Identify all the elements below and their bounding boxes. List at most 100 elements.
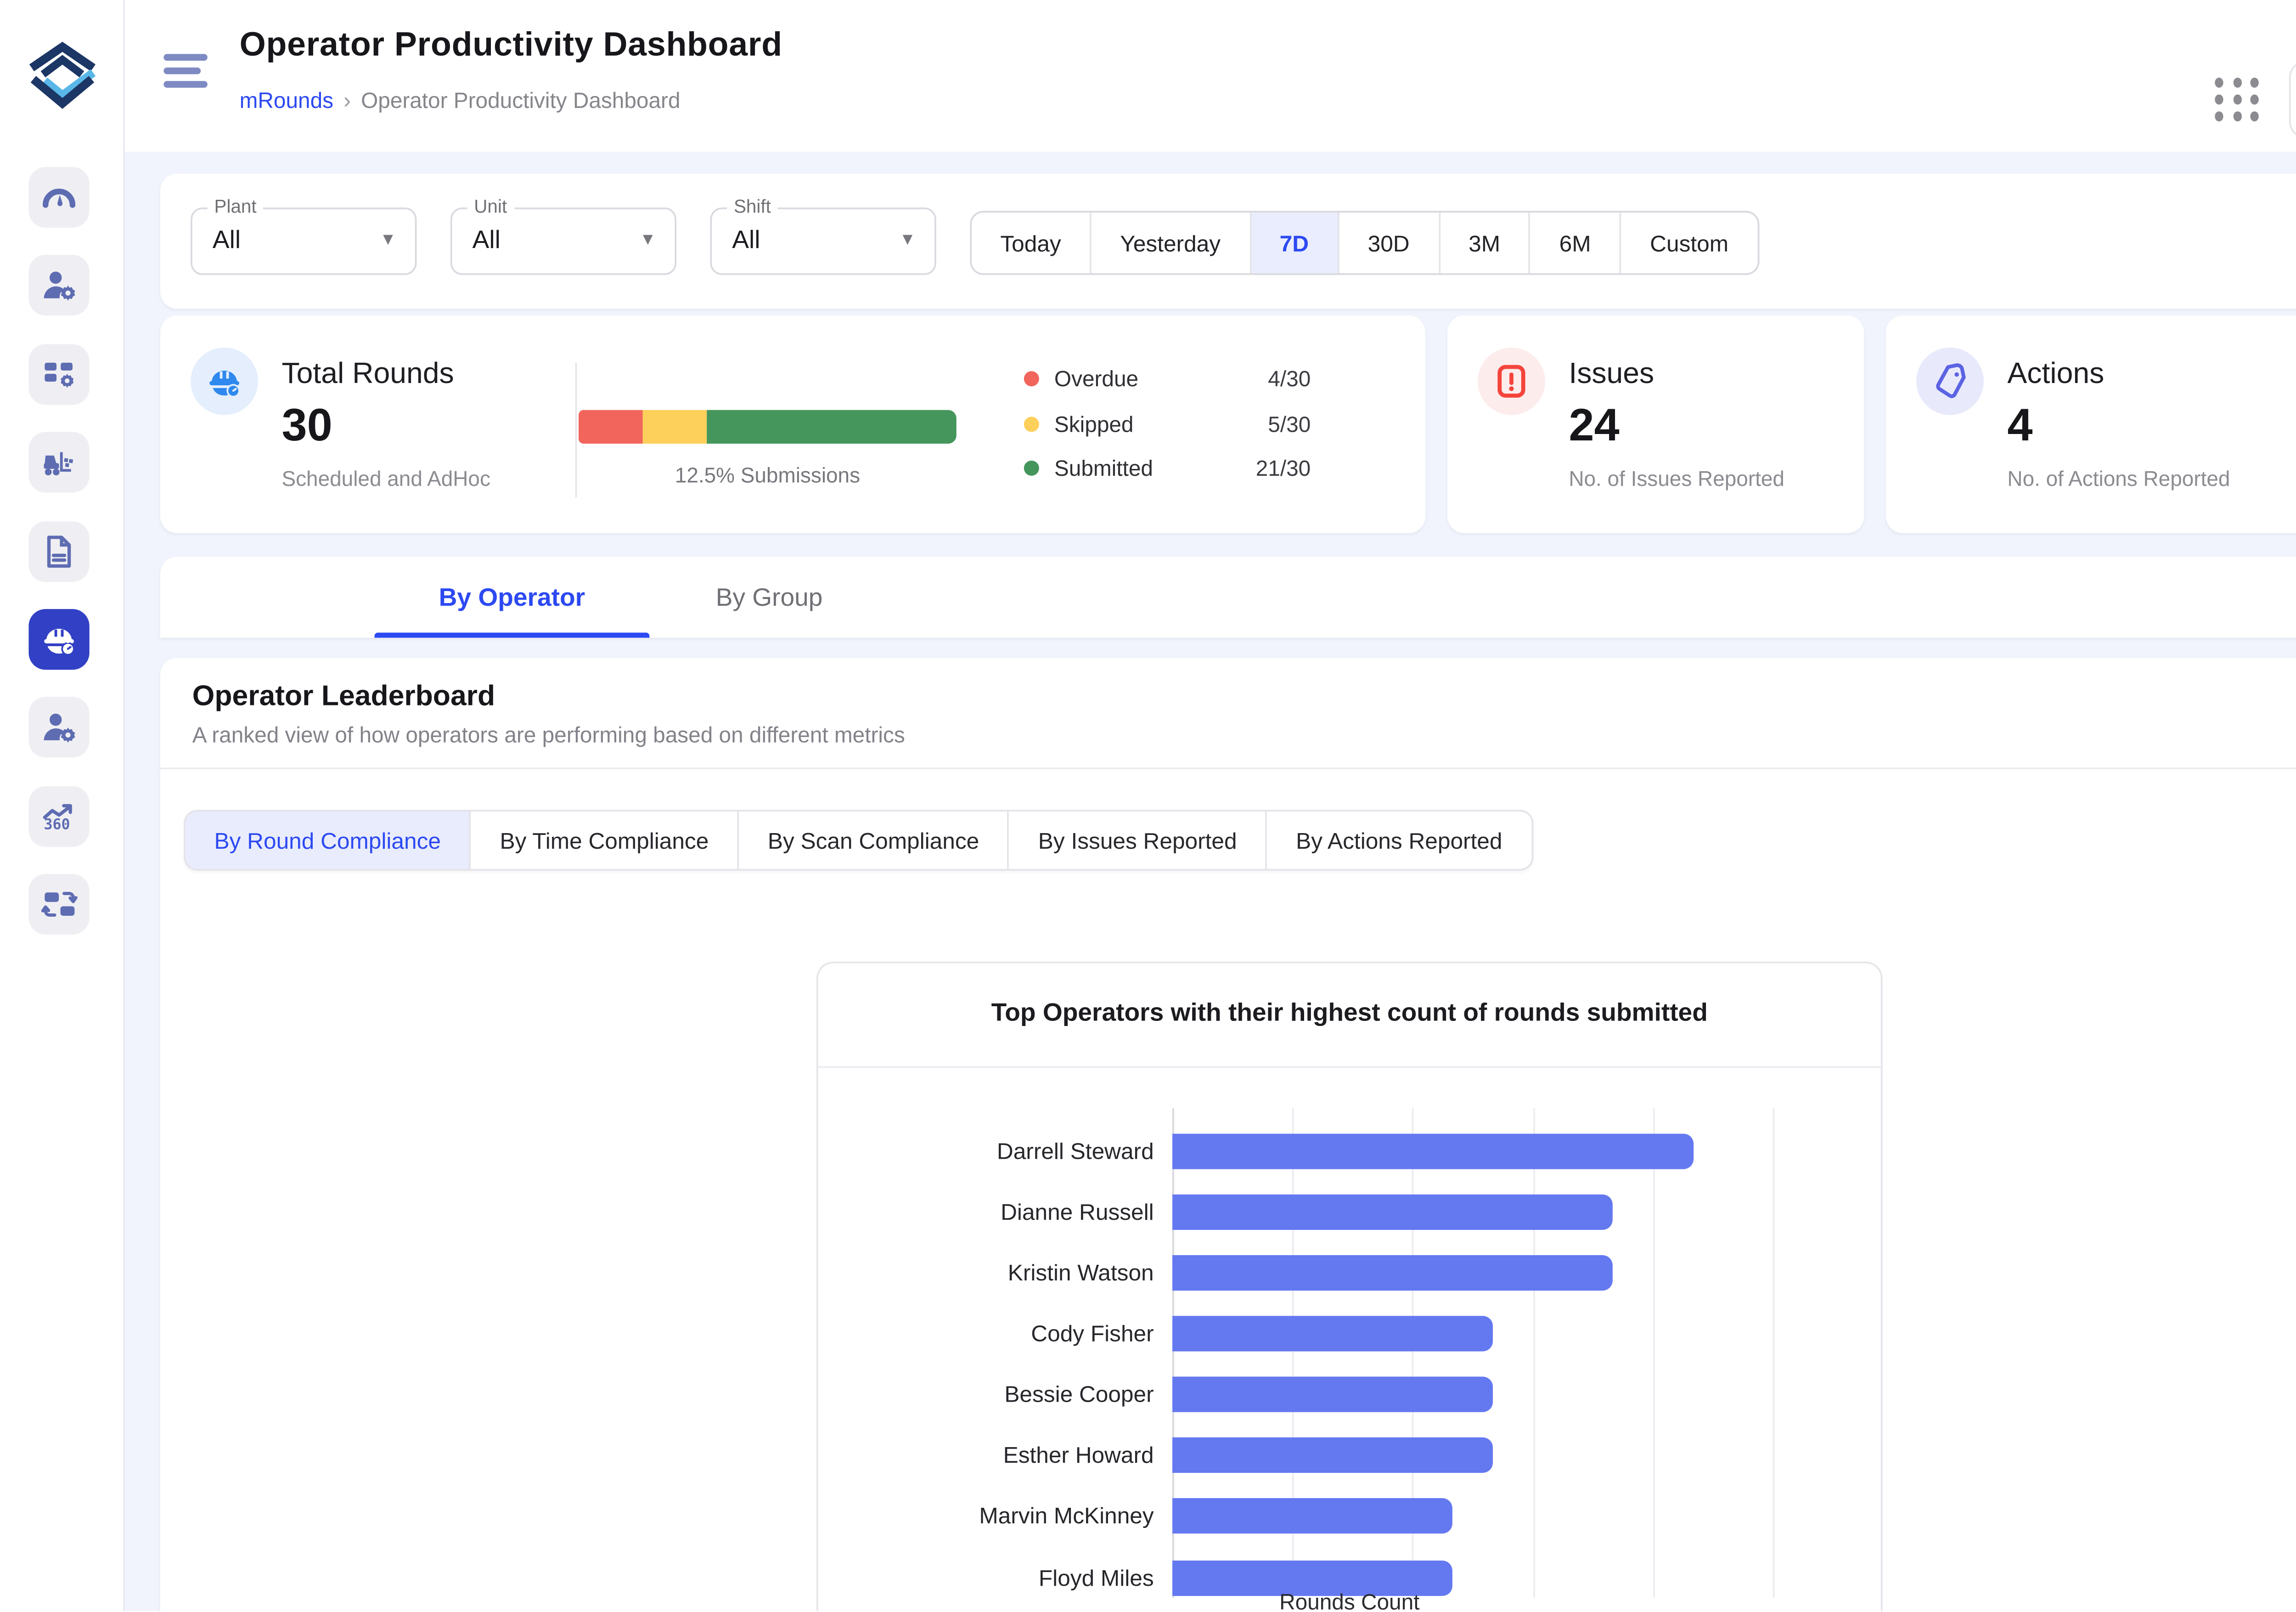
filter-bar: Plant All ▼ Unit All ▼ Shift All ▼ Today…: [160, 174, 2296, 309]
rounds-status-stacked-bar: [579, 410, 957, 444]
app-window: Operator Productivity Dashboard mRounds …: [0, 0, 2296, 1612]
chevron-down-icon: ▼: [380, 231, 396, 249]
svg-text:360: 360: [44, 816, 70, 833]
operator-name-label: Dianne Russell: [845, 1199, 1172, 1224]
overdue-label: Overdue: [1054, 366, 1138, 391]
tab-by-round-compliance[interactable]: By Round Compliance: [186, 812, 471, 869]
legend-row-submitted: Submitted 21/30: [1024, 456, 1311, 481]
divider: [818, 1066, 1881, 1068]
range-30d-button[interactable]: 30D: [1339, 213, 1440, 273]
bar-chart: Darrell Steward Dianne Russell Kristin Wat…: [845, 1120, 1854, 1608]
top-header: Operator Productivity Dashboard mRounds …: [0, 0, 2296, 152]
leaderboard-metric-tabs: By Round Compliance By Time Compliance B…: [184, 810, 1532, 870]
leaderboard-title: Operator Leaderboard: [192, 680, 495, 713]
skipped-dot-icon: [1024, 416, 1039, 431]
shift-select-label: Shift: [727, 197, 777, 218]
rounds-bar: [1172, 1377, 1492, 1412]
tab-by-scan-compliance[interactable]: By Scan Compliance: [739, 812, 1009, 869]
bar-segment-submitted: [707, 410, 957, 444]
sidebar-item-forklift[interactable]: [28, 432, 89, 493]
top-operators-chart-card: Top Operators with their highest count o…: [816, 962, 1883, 1612]
breadcrumb-mrounds-link[interactable]: mRounds: [240, 88, 333, 113]
rounds-bar: [1172, 1499, 1452, 1534]
active-tab-underline: [375, 633, 650, 638]
bar-segment-overdue: [579, 410, 643, 444]
bar-segment-skipped: [643, 410, 707, 444]
breadcrumb-separator: ›: [343, 88, 351, 113]
plant-select-label: Plant: [208, 197, 264, 218]
legend-row-overdue: Overdue 4/30: [1024, 366, 1311, 391]
operator-name-label: Marvin McKinney: [845, 1504, 1172, 1529]
tab-by-group[interactable]: By Group: [693, 557, 845, 637]
chart-row: Esther Howard: [845, 1425, 1854, 1486]
sidebar: 360: [0, 0, 125, 1611]
chart-row: Bessie Cooper: [845, 1364, 1854, 1425]
overdue-value: 4/30: [1268, 366, 1311, 391]
divider: [575, 363, 577, 498]
operator-leaderboard-card: Operator Leaderboard A ranked view of ho…: [160, 658, 2296, 1612]
operator-name-label: Esther Howard: [845, 1443, 1172, 1468]
skipped-value: 5/30: [1268, 411, 1311, 436]
sidebar-item-operator-settings[interactable]: [28, 697, 89, 758]
chevron-down-icon: ▼: [640, 231, 656, 249]
actions-card: Actions 4 No. of Actions Reported: [1886, 316, 2296, 533]
plant-select[interactable]: Plant All ▼: [191, 208, 416, 275]
menu-hamburger-icon[interactable]: [163, 54, 208, 88]
chart-row: Marvin McKinney: [845, 1486, 1854, 1547]
tab-by-issues-reported[interactable]: By Issues Reported: [1009, 812, 1267, 869]
submitted-dot-icon: [1024, 461, 1039, 476]
sidebar-item-user-settings[interactable]: [28, 255, 89, 316]
issues-alert-icon: [1478, 348, 1545, 415]
submitted-label: Submitted: [1054, 456, 1153, 481]
unit-select[interactable]: Unit All ▼: [450, 208, 676, 275]
chevron-down-icon: ▼: [899, 231, 916, 249]
page-title: Operator Productivity Dashboard: [240, 27, 782, 66]
total-rounds-title: Total Rounds: [281, 356, 454, 391]
range-7d-button[interactable]: 7D: [1251, 213, 1339, 273]
rounds-bar: [1172, 1255, 1613, 1291]
hardhat-rounds-icon: [191, 348, 258, 415]
legend-row-skipped: Skipped 5/30: [1024, 411, 1311, 436]
total-rounds-caption: Scheduled and AdHoc: [281, 468, 490, 491]
range-custom-button[interactable]: Custom: [1621, 213, 1757, 273]
skipped-label: Skipped: [1054, 411, 1134, 436]
chart-row: Kristin Watson: [845, 1242, 1854, 1303]
shift-select-value: All: [732, 226, 760, 254]
account-menu[interactable]: INNOVAPPTIVE: [2289, 61, 2296, 138]
actions-value: 4: [2007, 400, 2032, 452]
chart-row: Darrell Steward: [845, 1120, 1854, 1181]
rounds-bar: [1172, 1194, 1613, 1229]
app-launcher-icon[interactable]: [2215, 78, 2262, 122]
chart-row: Dianne Russell: [845, 1181, 1854, 1242]
tab-by-actions-reported[interactable]: By Actions Reported: [1267, 812, 1531, 869]
tab-by-time-compliance[interactable]: By Time Compliance: [471, 812, 739, 869]
breadcrumb: mRounds › Operator Productivity Dashboar…: [240, 88, 681, 113]
chart-title: Top Operators with their highest count o…: [818, 999, 1881, 1027]
plant-select-value: All: [213, 226, 241, 254]
sidebar-item-mrounds[interactable]: [28, 609, 89, 670]
range-yesterday-button[interactable]: Yesterday: [1092, 213, 1251, 273]
sidebar-item-insights-360[interactable]: 360: [28, 786, 89, 846]
sidebar-item-documents[interactable]: [28, 520, 89, 581]
rounds-status-legend: Overdue 4/30 Skipped 5/30 Submitted 21/3…: [1024, 366, 1311, 481]
sidebar-nav: 360: [28, 167, 89, 935]
total-rounds-card: Total Rounds 30 Scheduled and AdHoc 12.5…: [160, 316, 1425, 533]
range-6m-button[interactable]: 6M: [1531, 213, 1621, 273]
rounds-bar: [1172, 1133, 1693, 1168]
range-3m-button[interactable]: 3M: [1440, 213, 1531, 273]
tab-by-operator[interactable]: By Operator: [375, 557, 650, 637]
sidebar-item-apps-settings[interactable]: [28, 344, 89, 405]
submitted-value: 21/30: [1256, 456, 1311, 481]
rounds-bar: [1172, 1438, 1492, 1473]
shift-select[interactable]: Shift All ▼: [710, 208, 936, 275]
breadcrumb-current: Operator Productivity Dashboard: [361, 88, 680, 113]
innovapptive-logo-icon[interactable]: [23, 37, 101, 108]
issues-caption: No. of Issues Reported: [1569, 468, 1784, 491]
actions-tag-icon: [1916, 348, 1984, 415]
range-today-button[interactable]: Today: [972, 213, 1092, 273]
view-tabs-bar: By Operator By Group: [160, 557, 2296, 637]
issues-card: Issues 24 No. of Issues Reported: [1447, 316, 1864, 533]
sidebar-item-data-sync[interactable]: [28, 874, 89, 935]
sidebar-item-dashboard[interactable]: [28, 167, 89, 228]
submissions-percentage: 12.5% Submissions: [579, 464, 957, 487]
